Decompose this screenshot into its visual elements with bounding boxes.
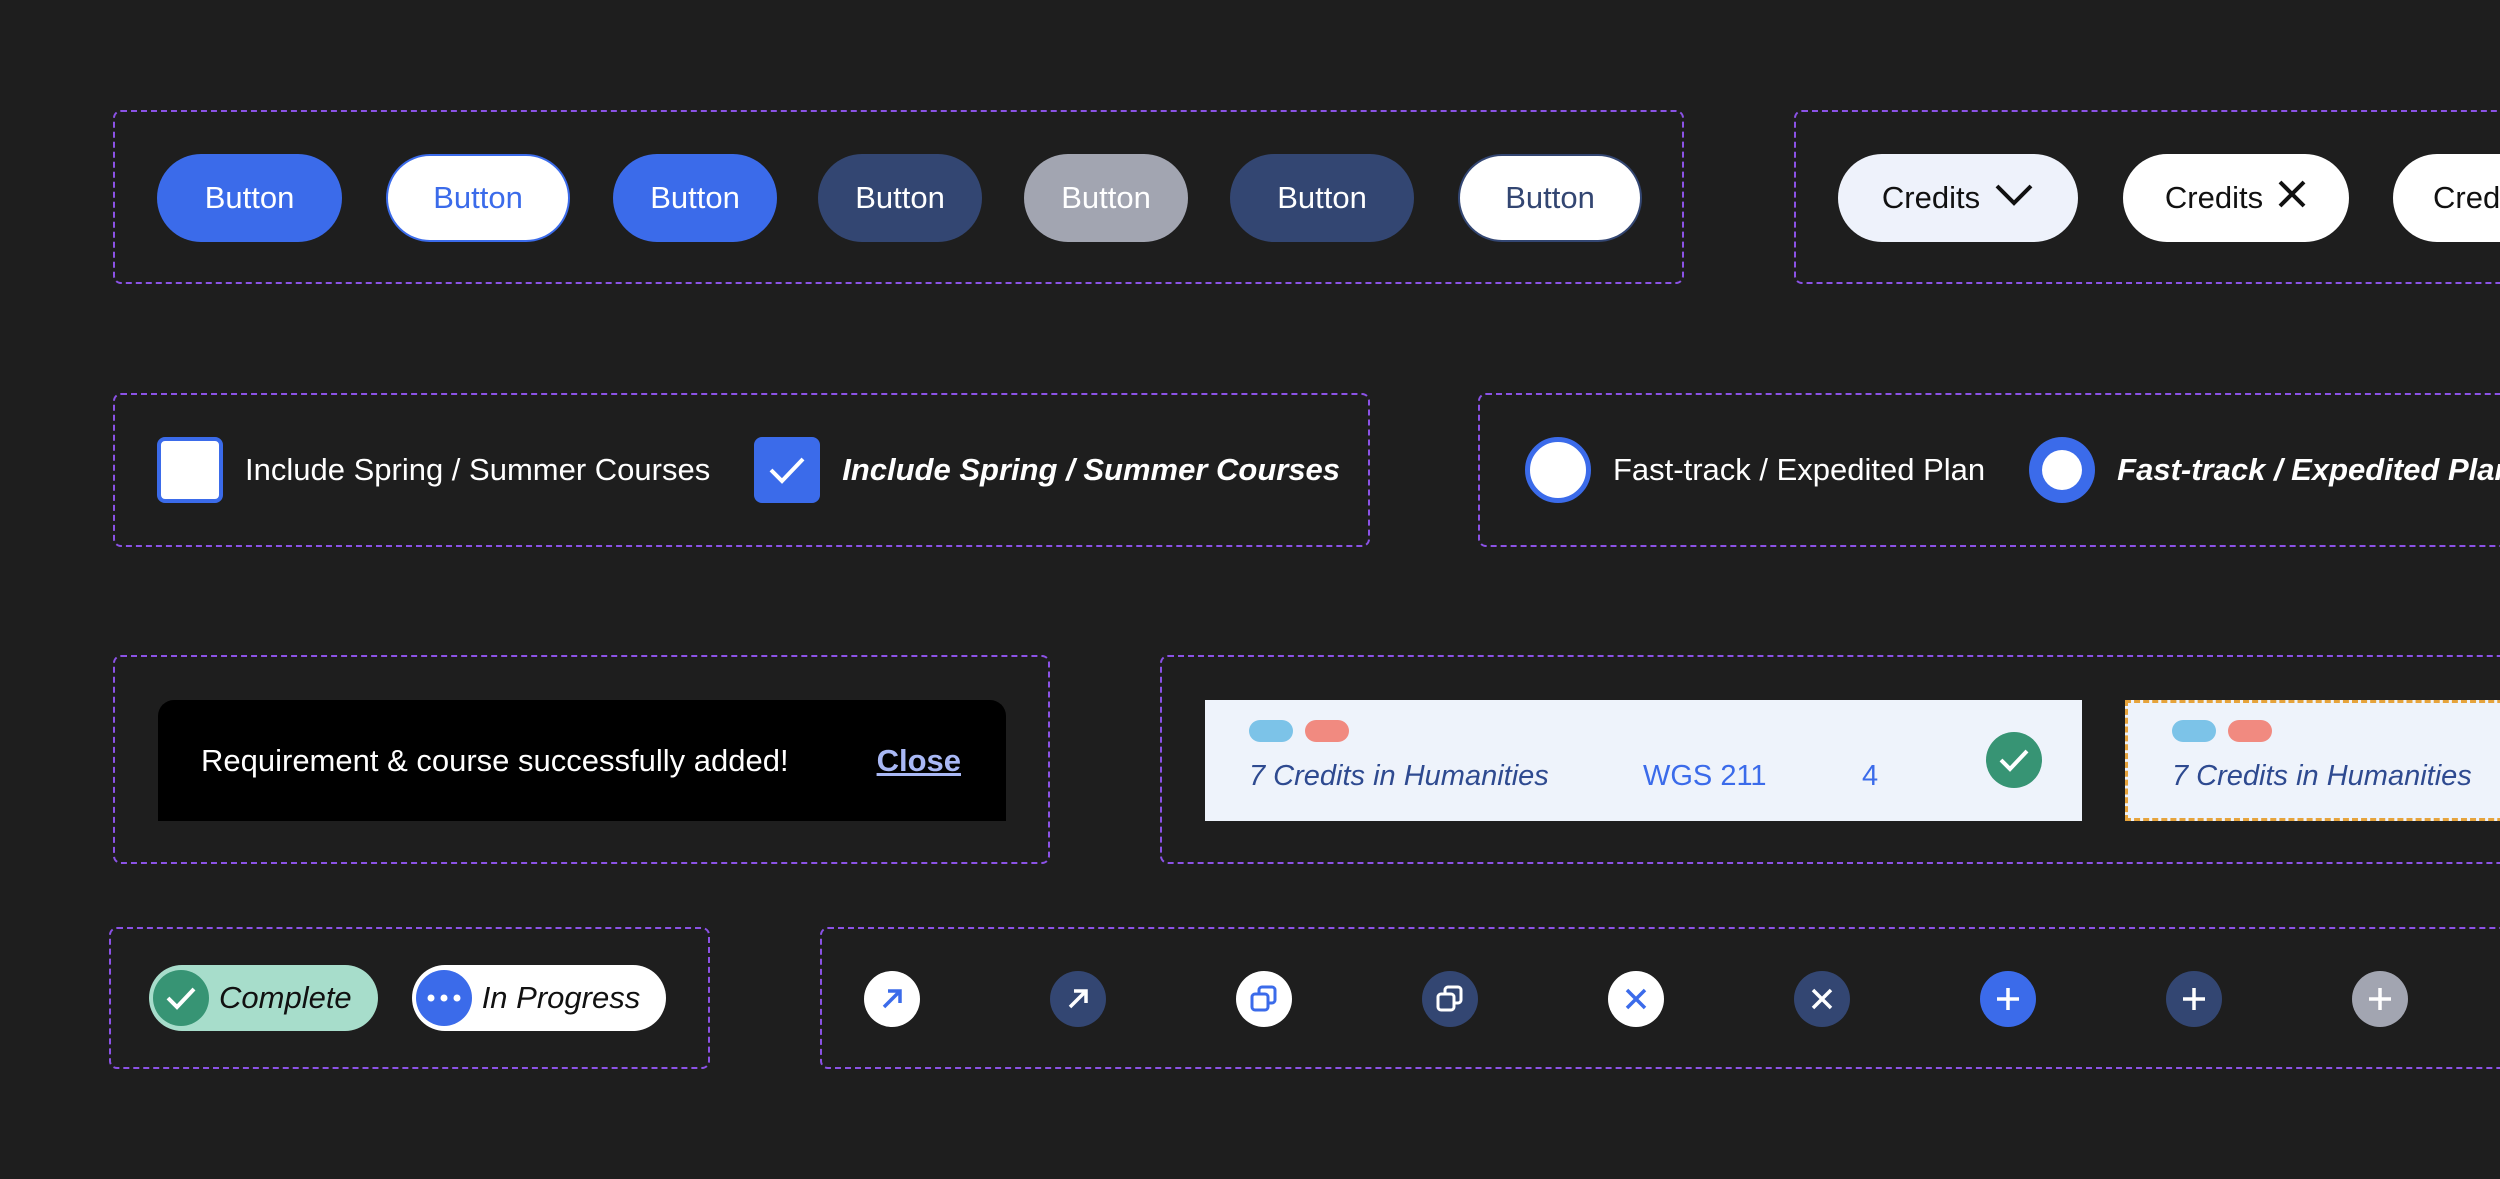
duplicate-icon[interactable] (1236, 971, 1292, 1027)
component-sheet: Button Button Button Button Button Butto… (0, 0, 2500, 1179)
checkbox-group: Include Spring / Summer Courses Include … (113, 393, 1370, 547)
radio-label: Fast-track / Expedited Plan (1613, 452, 1986, 487)
plus-icon[interactable] (2166, 971, 2222, 1027)
course-title: 7 Credits in Humanities (2172, 760, 2472, 792)
course-card[interactable]: 7 Credits in Humanities WGS 211 4 (1205, 700, 2082, 821)
checkbox-checked[interactable]: Include Spring / Summer Courses (754, 437, 1340, 503)
icon-buttons-group (820, 927, 2500, 1069)
plus-icon (2352, 971, 2408, 1027)
close-icon[interactable] (1608, 971, 1664, 1027)
chevron-down-icon (1994, 180, 2034, 216)
radio-dot (2042, 450, 2083, 490)
course-credits: 4 (1862, 760, 1879, 792)
complete-check-icon (1986, 732, 2042, 788)
chip-label: Credits (1881, 180, 1981, 215)
status-badge-complete: Complete (149, 965, 378, 1031)
credits-chip-partial[interactable]: Credits (2393, 154, 2500, 242)
radio-circle[interactable] (1525, 437, 1591, 503)
close-icon[interactable] (1794, 971, 1850, 1027)
arrow-up-right-icon[interactable] (1050, 971, 1106, 1027)
radio-checked[interactable]: Fast-track / Expedited Plan (2029, 437, 2500, 503)
status-badges-group: Complete In Progress (109, 927, 710, 1069)
secondary-button-navy[interactable]: Button (1458, 154, 1642, 242)
credits-removable-chip[interactable]: Credits (2123, 154, 2349, 242)
tag-pill-blue (1249, 720, 1293, 742)
radio-label: Fast-track / Expedited Plan (2117, 452, 2500, 487)
check-icon (153, 970, 209, 1026)
checkbox-label: Include Spring / Summer Courses (842, 452, 1341, 487)
checkbox-label: Include Spring / Summer Courses (245, 452, 711, 487)
tag-pills (2172, 720, 2500, 742)
chip-label: Credits (2164, 180, 2264, 215)
success-toast: Requirement & course successfully added!… (158, 700, 1006, 821)
checkmark-icon (769, 457, 805, 484)
course-card-selected[interactable]: 7 Credits in Humanities (2125, 700, 2500, 821)
radio-unchecked[interactable]: Fast-track / Expedited Plan (1525, 437, 1985, 503)
arrow-up-right-icon[interactable] (864, 971, 920, 1027)
plus-icon[interactable] (1980, 971, 2036, 1027)
close-icon[interactable] (2277, 179, 2307, 217)
course-code: WGS 211 (1643, 760, 1767, 792)
filter-chips-group: Credits Credits Credits (1794, 110, 2500, 284)
primary-button[interactable]: Button (157, 154, 342, 242)
primary-button-hover[interactable]: Button (613, 154, 777, 242)
chip-label: Credits (2433, 180, 2500, 215)
disabled-button: Button (1024, 154, 1188, 242)
tag-pill-red (2228, 720, 2272, 742)
tag-pill-red (1305, 720, 1349, 742)
more-dots-icon (415, 970, 472, 1026)
duplicate-icon[interactable] (1422, 971, 1478, 1027)
checkbox-unchecked[interactable]: Include Spring / Summer Courses (157, 437, 710, 503)
tag-pill-blue (2172, 720, 2216, 742)
toast-message: Requirement & course successfully added! (201, 742, 789, 778)
radio-group: Fast-track / Expedited Plan Fast-track /… (1478, 393, 2500, 547)
tag-pills (1249, 720, 2038, 742)
course-title: 7 Credits in Humanities (1249, 760, 1549, 792)
checkbox-box-checked[interactable] (754, 437, 821, 503)
toast-close-link[interactable]: Close (877, 743, 961, 779)
checkbox-box[interactable] (157, 437, 223, 503)
badge-label: Complete (219, 980, 352, 1015)
secondary-button[interactable]: Button (386, 154, 570, 242)
radio-circle-checked[interactable] (2029, 437, 2096, 503)
primary-button-pressed[interactable]: Button (818, 154, 982, 242)
navy-button[interactable]: Button (1230, 154, 1414, 242)
credits-dropdown-chip[interactable]: Credits (1838, 154, 2078, 242)
toast-group: Requirement & course successfully added!… (113, 655, 1050, 864)
status-badge-in-progress: In Progress (411, 965, 667, 1031)
course-cards-group: 7 Credits in Humanities WGS 211 4 7 Cred… (1160, 655, 2500, 864)
badge-label: In Progress (481, 980, 641, 1015)
buttons-group: Button Button Button Button Button Butto… (113, 110, 1684, 284)
